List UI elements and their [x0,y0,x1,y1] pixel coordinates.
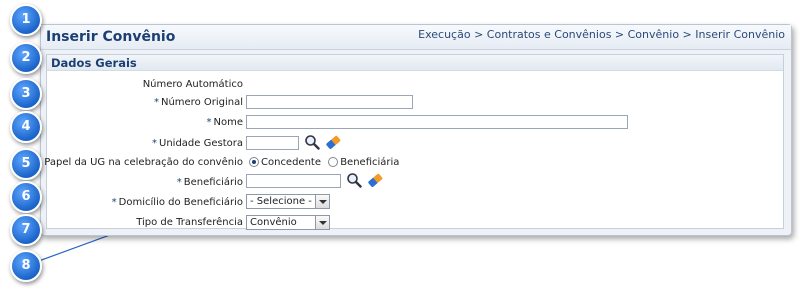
nome-label: * Nome [206,117,244,128]
eraser-icon[interactable] [325,134,341,150]
callout-marker-1: 1 [10,4,42,36]
callout-marker-5: 5 [10,148,42,180]
callout-marker-6: 6 [10,181,42,213]
nome-input[interactable] [246,115,628,129]
beneficiario-label: * Beneficiário [176,177,243,188]
numero-original-label: * Número Original [153,97,243,108]
page-title: Inserir Convênio [46,29,176,45]
radio-beneficiaria[interactable]: Beneficiária [328,157,399,168]
domicilio-label: * Domicílio do Beneficiário [111,197,243,208]
unidade-gestora-input[interactable] [246,136,299,150]
section-header: Dados Gerais [47,55,783,71]
papel-ug-label: Papel da UG na celebração do convênio [44,157,243,168]
callout-marker-8: 8 [10,250,42,282]
numero-original-input[interactable] [246,95,413,109]
radio-concedente[interactable]: Concedente [249,157,321,168]
callout-marker-7: 7 [10,214,42,246]
eraser-icon[interactable] [367,172,383,188]
domicilio-select[interactable]: - Selecione - [246,194,330,209]
callout-marker-2: 2 [10,42,42,74]
chevron-down-icon[interactable] [315,195,329,208]
callout-marker-3: 3 [10,78,42,110]
section-title: Dados Gerais [51,56,137,70]
beneficiario-input[interactable] [246,174,341,188]
magnifier-icon[interactable] [304,134,320,150]
chevron-down-icon[interactable] [315,216,329,229]
magnifier-icon[interactable] [346,172,362,188]
unidade-gestora-label: * Unidade Gestora [152,138,243,149]
tipo-transferencia-select[interactable]: Convênio [246,215,330,230]
tipo-transferencia-label: Tipo de Transferência [136,217,243,228]
panel-header: Inserir Convênio Execução > Contratos e … [41,25,791,50]
callout-marker-4: 4 [10,111,42,143]
breadcrumb: Execução > Contratos e Convênios > Convê… [418,28,785,41]
numero-automatico-label: Número Automático [142,79,243,90]
papel-radio-group: Concedente Beneficiária [249,157,399,168]
